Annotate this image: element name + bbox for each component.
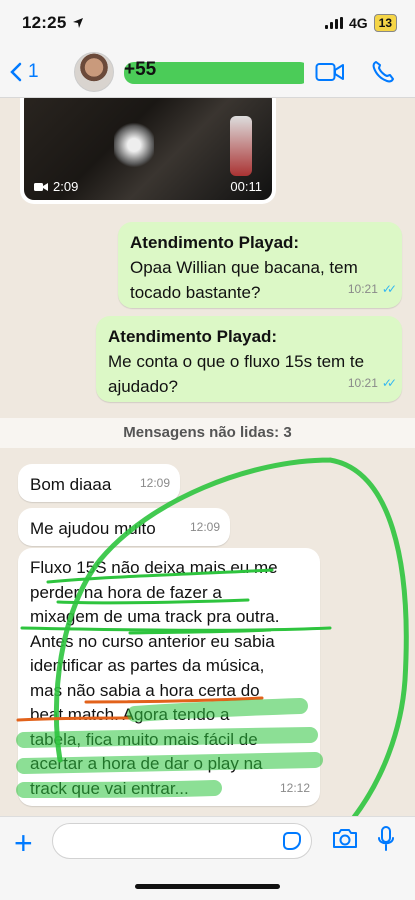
back-button[interactable]: 1 xyxy=(10,61,58,83)
message-text: Me conta o que o fluxo 15s tem te ajudad… xyxy=(108,352,365,396)
read-receipt-icon: ✓✓ xyxy=(381,376,397,390)
message-line: acertar a hora de dar o play na xyxy=(30,754,263,773)
message-meta: 10:21 ✓✓ xyxy=(348,277,397,302)
message-line: track que vai entrar... xyxy=(30,778,189,798)
message-time: 12:12 xyxy=(279,780,310,795)
unread-divider: Mensagens não lidas: 3 xyxy=(0,418,415,448)
message-sender: Atendimento Playad: xyxy=(130,233,300,252)
header-actions xyxy=(315,60,395,84)
status-indicators: 4G 13 xyxy=(324,14,397,32)
phone-icon[interactable] xyxy=(371,60,395,84)
network-type: 4G xyxy=(348,15,368,31)
video-message[interactable]: 2:09 00:11 xyxy=(20,98,276,204)
message-bubble[interactable]: Me ajudou muito 12:09 xyxy=(18,508,230,546)
signal-icon xyxy=(324,17,343,29)
chevron-left-icon xyxy=(10,62,22,81)
microphone-icon[interactable] xyxy=(376,825,396,853)
camera-icon[interactable] xyxy=(332,827,358,849)
message-input[interactable] xyxy=(52,823,312,859)
message-bubble[interactable]: Fluxo 15S não deixa mais eu me perder na… xyxy=(18,548,320,806)
message-line: Antes no curso anterior eu sabia xyxy=(30,631,275,651)
status-time: 12:25 xyxy=(22,13,84,33)
contact-name[interactable]: +55 xyxy=(124,59,304,85)
plus-icon[interactable]: + xyxy=(14,827,33,859)
message-line: beat match. Agora tendo a xyxy=(30,705,230,724)
message-bubble[interactable]: Bom diaaa 12:09 xyxy=(18,464,180,502)
message-bubble[interactable]: Atendimento Playad: Me conta o que o flu… xyxy=(96,316,402,402)
message-line: identificar as partes da música, xyxy=(30,656,265,675)
video-timestamp: 00:11 xyxy=(230,179,262,194)
video-camera-icon xyxy=(34,182,48,191)
location-arrow-icon xyxy=(73,18,84,28)
battery-icon: 13 xyxy=(373,14,397,32)
message-bubble[interactable]: Atendimento Playad: Opaa Willian que bac… xyxy=(118,222,402,308)
status-bar: 12:25 4G 13 xyxy=(0,0,415,46)
contact-name-text: +55 xyxy=(124,58,157,80)
video-duration: 2:09 xyxy=(34,179,78,194)
message-time: 12:09 xyxy=(139,476,170,490)
avatar[interactable] xyxy=(74,51,114,92)
message-line: mas não sabia a hora certa do xyxy=(30,680,260,700)
message-text: Opaa Willian que bacana, tem tocado bast… xyxy=(130,258,358,302)
unread-count: 1 xyxy=(28,60,39,82)
clock: 12:25 xyxy=(22,13,67,32)
video-thumbnail[interactable]: 2:09 00:11 xyxy=(24,98,272,200)
chat-header: 1 +55 xyxy=(0,46,415,98)
video-call-icon[interactable] xyxy=(315,61,345,83)
message-line: perder na hora de fazer a xyxy=(30,582,222,602)
message-sender: Atendimento Playad: xyxy=(108,327,278,346)
message-time: 12:09 xyxy=(189,520,220,534)
message-meta: 10:21 ✓✓ xyxy=(348,371,397,396)
message-line: mixagem de uma track pra outra. xyxy=(30,607,280,626)
message-line: Fluxo 15S não deixa mais eu me xyxy=(30,558,278,577)
home-indicator[interactable] xyxy=(135,884,280,889)
chat-area[interactable]: 2:09 00:11 Atendimento Playad: Opaa Will… xyxy=(0,98,415,816)
message-line: tabela, fica muito mais fácil de xyxy=(30,729,258,749)
read-receipt-icon: ✓✓ xyxy=(381,282,397,296)
